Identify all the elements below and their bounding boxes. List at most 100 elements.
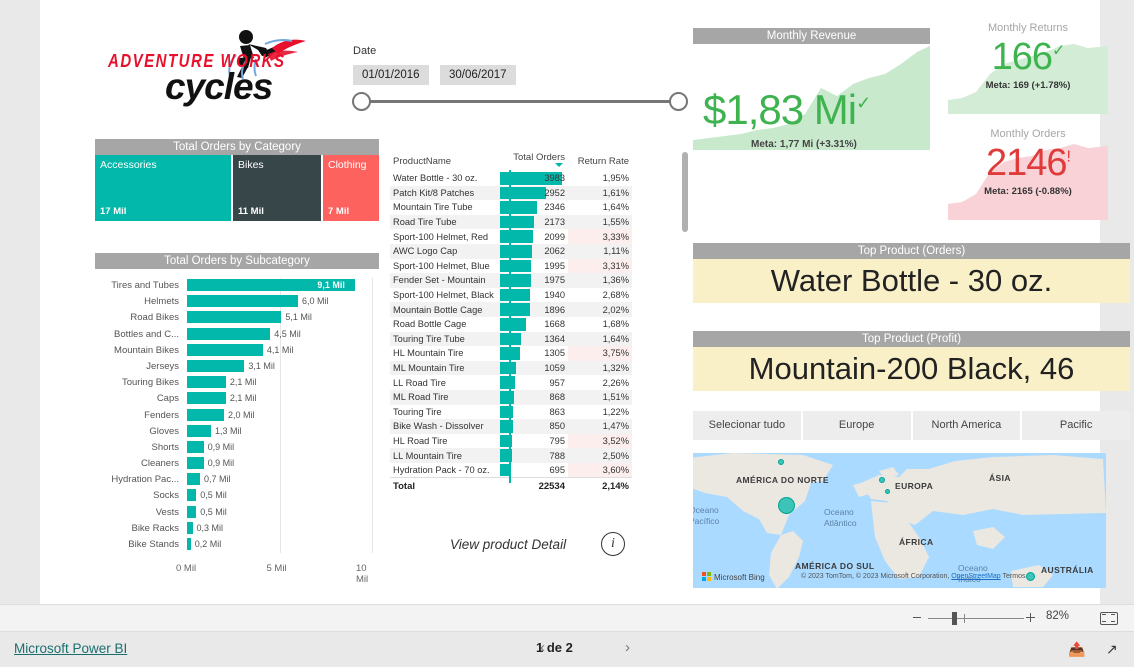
table-row[interactable]: Bike Wash - Dissolver 850 1,47% (390, 419, 632, 434)
table-row[interactable]: Hydration Pack - 70 oz. 695 3,60% (390, 462, 632, 478)
table-cell-return-rate: 3,60% (568, 462, 632, 478)
bar-chart-bar[interactable] (187, 327, 271, 340)
col-header-total-orders[interactable]: Total Orders (500, 152, 568, 171)
monthly-revenue-kpi[interactable]: Monthly Revenue $1,83 Mi✓ Meta: 1,77 Mi … (693, 28, 930, 150)
view-product-detail-button[interactable]: View product Detail i (450, 532, 635, 560)
bar-chart-row[interactable]: Tires and Tubes 9,1 Mil (95, 278, 379, 294)
table-cell-return-rate: 2,68% (602, 290, 629, 301)
product-table-body[interactable]: Water Bottle - 30 oz. 3983 1,95% Patch Kit/… (390, 171, 632, 478)
region-button-selecionar-tudo[interactable]: Selecionar tudo (693, 411, 801, 440)
map-bubble-uk[interactable] (879, 477, 885, 483)
region-button-north-america[interactable]: North America (912, 411, 1021, 440)
bar-chart-plot[interactable]: Tires and Tubes 9,1 Mil Helmets 6,0 Mil Road… (95, 269, 379, 561)
map-bubble-canada[interactable] (778, 459, 784, 465)
bar-chart-bar[interactable] (187, 311, 282, 324)
product-table[interactable]: ProductName Total Orders Return Rate Wat… (390, 152, 632, 495)
bar-chart-row[interactable]: Bottles and C... 4,5 Mil (95, 327, 379, 343)
table-row[interactable]: LL Mountain Tire 788 2,50% (390, 448, 632, 463)
region-button-pacific[interactable]: Pacific (1022, 411, 1130, 440)
table-row[interactable]: Touring Tire Tube 1364 1,64% (390, 331, 632, 347)
table-row[interactable]: Fender Set - Mountain 1975 1,36% (390, 273, 632, 288)
treemap-cell-bikes[interactable]: Bikes 11 Mil (233, 155, 321, 221)
date-end-input[interactable]: 30/06/2017 (440, 65, 516, 85)
bar-chart-row[interactable]: Cleaners 0,9 Mil (95, 456, 379, 472)
treemap-cell-clothing[interactable]: Clothing 7 Mil (323, 155, 379, 221)
bar-chart-bar[interactable] (187, 538, 191, 550)
zoom-slider-track[interactable] (928, 618, 1024, 619)
info-icon[interactable]: i (601, 532, 625, 556)
table-row[interactable]: Sport-100 Helmet, Black 1940 2,68% (390, 288, 632, 303)
map-attribution-link[interactable]: OpenStreetMap (951, 573, 1000, 580)
date-slider-track[interactable] (352, 92, 688, 111)
canvas-vertical-scrollbar[interactable] (682, 152, 688, 232)
table-row[interactable]: ML Mountain Tire 1059 1,32% (390, 360, 632, 376)
bar-chart-row[interactable]: Vests 0,5 Mil (95, 505, 379, 521)
next-page-icon[interactable]: › (625, 639, 630, 656)
table-row[interactable]: Patch Kit/8 Patches 2952 1,61% (390, 185, 632, 201)
bar-chart-bar[interactable] (187, 359, 245, 372)
fullscreen-icon[interactable]: ↗ (1106, 641, 1118, 658)
table-row[interactable]: HL Road Tire 795 3,52% (390, 433, 632, 449)
bar-chart-row[interactable]: Road Bikes 5,1 Mil (95, 310, 379, 326)
sales-map-visual[interactable]: AMÉRICA DO NORTE EUROPA ÁSIA ÁFRICA AMÉR… (693, 453, 1106, 588)
bar-chart-row[interactable]: Touring Bikes 2,1 Mil (95, 375, 379, 391)
bar-chart-row[interactable]: Bike Stands 0,2 Mil (95, 537, 379, 553)
bar-chart-bar[interactable] (187, 440, 204, 453)
table-row[interactable]: Touring Tire 863 1,22% (390, 405, 632, 420)
bar-chart-row[interactable]: Shorts 0,9 Mil (95, 440, 379, 456)
fit-to-page-icon[interactable] (1100, 612, 1118, 625)
bar-chart-bar[interactable] (187, 505, 197, 518)
map-attribution-terms[interactable]: Termos (1003, 573, 1026, 580)
zoom-slider-thumb[interactable] (952, 612, 957, 625)
date-slicer[interactable]: Date 01/01/2016 30/06/2017 (352, 45, 693, 115)
bar-chart-bar[interactable] (187, 392, 226, 405)
map-bubble-north-america[interactable] (778, 497, 795, 514)
bar-chart-bar[interactable] (187, 343, 263, 356)
bar-chart-bar[interactable] (187, 473, 200, 486)
col-header-productname[interactable]: ProductName (390, 152, 500, 171)
bar-chart-bar[interactable] (187, 424, 212, 437)
powerbi-brand-link[interactable]: Microsoft Power BI (14, 641, 127, 656)
table-row[interactable]: Road Bottle Cage 1668 1,68% (390, 317, 632, 332)
date-start-input[interactable]: 01/01/2016 (353, 65, 429, 85)
table-row[interactable]: LL Road Tire 957 2,26% (390, 375, 632, 390)
table-row[interactable]: Road Tire Tube 2173 1,55% (390, 214, 632, 230)
table-row[interactable]: Sport-100 Helmet, Red 2099 3,33% (390, 229, 632, 244)
treemap-cell-accessories[interactable]: Accessories 17 Mil (95, 155, 231, 221)
map-bubble-australia[interactable] (1026, 572, 1035, 581)
bar-chart-row[interactable]: Fenders 2,0 Mil (95, 408, 379, 424)
bar-chart-bar[interactable] (187, 295, 298, 308)
bar-chart-row[interactable]: Mountain Bikes 4,1 Mil (95, 343, 379, 359)
bar-chart-bar[interactable] (187, 489, 197, 502)
monthly-orders-kpi[interactable]: Monthly Orders 2146! Meta: 2165 (-0.88%) (948, 128, 1108, 220)
bar-chart-bar[interactable] (187, 457, 204, 470)
treemap-plot[interactable]: Accessories 17 Mil Bikes 11 Mil Clothing 7 Mi… (95, 155, 379, 221)
bar-chart-bar[interactable] (187, 521, 193, 534)
bar-chart-bar[interactable] (187, 376, 226, 389)
bar-chart-bar[interactable] (187, 408, 224, 421)
zoom-percent-label: 82% (1046, 610, 1070, 622)
share-icon[interactable]: 📤 (1068, 641, 1085, 658)
bar-chart-row[interactable]: Socks 0,5 Mil (95, 488, 379, 504)
monthly-returns-kpi[interactable]: Monthly Returns 166✓ Meta: 169 (+1.78%) (948, 22, 1108, 114)
region-button-europe[interactable]: Europe (802, 411, 911, 440)
table-row[interactable]: AWC Logo Cap 2062 1,11% (390, 243, 632, 259)
region-slicer[interactable]: Selecionar tudo Europe North America Pacifi… (693, 411, 1130, 440)
bar-chart-row[interactable]: Bike Racks 0,3 Mil (95, 521, 379, 537)
table-row[interactable]: Water Bottle - 30 oz. 3983 1,95% (390, 171, 632, 186)
bar-chart-row[interactable]: Jerseys 3,1 Mil (95, 359, 379, 375)
map-bubble-france[interactable] (885, 489, 890, 494)
table-row[interactable]: ML Road Tire 868 1,51% (390, 389, 632, 405)
zoom-out-icon[interactable] (913, 617, 921, 618)
bar-chart-row[interactable]: Helmets 6,0 Mil (95, 294, 379, 310)
table-row[interactable]: HL Mountain Tire 1305 3,75% (390, 346, 632, 361)
bar-chart-row[interactable]: Hydration Pac... 0,7 Mil (95, 472, 379, 488)
date-slider-handle-right[interactable] (669, 92, 688, 111)
date-slider-handle-left[interactable] (352, 92, 371, 111)
table-row[interactable]: Sport-100 Helmet, Blue 1995 3,31% (390, 258, 632, 274)
table-row[interactable]: Mountain Tire Tube 2346 1,64% (390, 200, 632, 215)
bar-chart-row[interactable]: Gloves 1,3 Mil (95, 424, 379, 440)
col-header-return-rate[interactable]: Return Rate (568, 152, 632, 171)
bar-chart-row[interactable]: Caps 2,1 Mil (95, 391, 379, 407)
table-row[interactable]: Mountain Bottle Cage 1896 2,02% (390, 302, 632, 317)
